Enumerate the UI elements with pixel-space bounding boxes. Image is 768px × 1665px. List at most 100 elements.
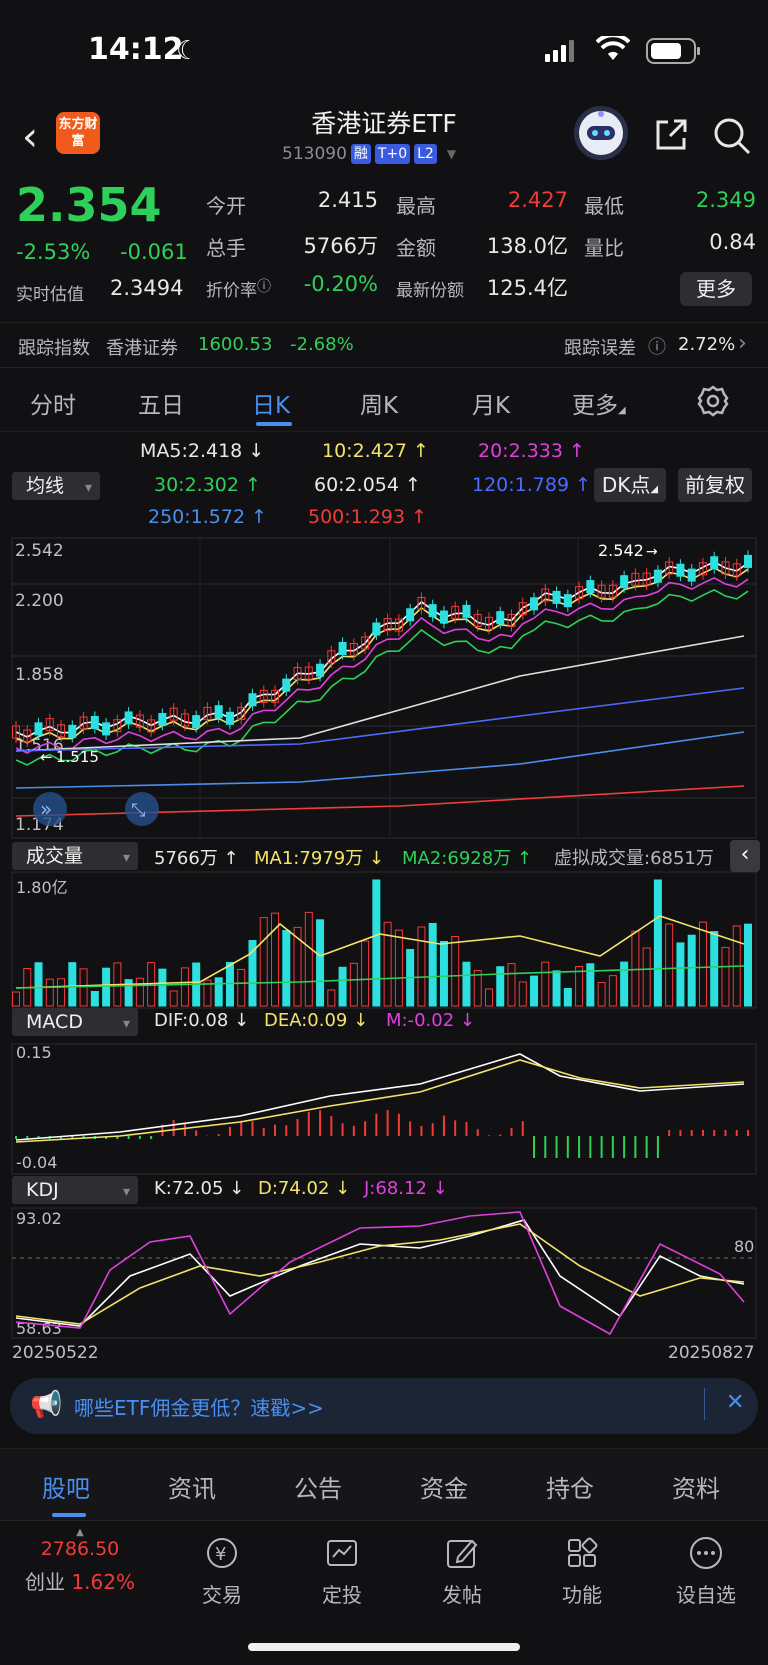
amount-label: 金额 [396, 236, 436, 260]
post-button[interactable]: 发帖 [422, 1531, 502, 1608]
active-bottom-tab-indicator [52, 1513, 86, 1517]
kdj-y-top: 93.02 [16, 1209, 62, 1228]
svg-text:⤡: ⤡ [131, 800, 145, 821]
assistant-robot-icon[interactable] [574, 106, 628, 160]
settings-gear-icon[interactable] [696, 384, 730, 418]
tab-intraday[interactable]: 分时 [30, 386, 76, 420]
l2-tag: L2 [414, 144, 437, 164]
tab-info[interactable]: 资料 [672, 1469, 720, 1504]
kdj-level-label: 80 [734, 1237, 754, 1256]
volume-panel: 1.80亿 [11, 871, 757, 1009]
add-watchlist-button[interactable]: 设自选 [666, 1531, 746, 1608]
low-marker: 1.515 [56, 748, 99, 766]
expand-icon[interactable]: ⤡ [125, 792, 159, 826]
tab-five-day[interactable]: 五日 [138, 386, 184, 420]
more-button[interactable]: 更多 [680, 272, 752, 306]
index-widget-name: 创业 [25, 1570, 66, 1594]
margin-tag: 融 [350, 144, 371, 164]
info-dots-icon: ⓘ [257, 279, 271, 295]
volume-bar [541, 961, 550, 1007]
search-icon[interactable] [712, 116, 752, 156]
index-widget[interactable]: ▲ 2786.50 创业 1.62% [0, 1527, 160, 1595]
volume-ma2: MA2:6928万 ↑ [402, 848, 532, 869]
tracking-row[interactable]: 跟踪指数 香港证券 1600.53 -2.68% 跟踪误差 ⓘ 2.72% › [0, 322, 768, 368]
tab-news[interactable]: 资讯 [168, 1469, 216, 1504]
volume-bar [608, 975, 617, 1007]
volume-bar [259, 917, 268, 1007]
kline-y-label-3: 1.858 [15, 665, 64, 685]
adjust-button[interactable]: 前复权 [678, 468, 752, 502]
macd-selector[interactable]: MACD [12, 1008, 138, 1038]
open-value: 2.415 [317, 188, 378, 212]
volume-bar [710, 931, 719, 1007]
volume-bar [316, 919, 325, 1007]
volume-selector[interactable]: 成交量 [12, 842, 138, 872]
kdj-selector[interactable]: KDJ [12, 1176, 138, 1206]
trade-button[interactable]: ¥ 交易 [182, 1531, 262, 1608]
chart-area[interactable]: 2.542 2.200 1.858 1.516 1.174 2.542 → ← … [0, 536, 768, 1366]
quote-panel: 2.354 -2.53% -0.061 实时估值 2.3494 今开 2.415… [0, 176, 768, 316]
volume-bar [282, 930, 291, 1007]
volume-bar [45, 978, 54, 1007]
volume-bar [327, 989, 336, 1007]
volume-bar [687, 934, 696, 1007]
chevron-right-icon: › [738, 331, 747, 356]
date-end: 20250827 [668, 1343, 755, 1363]
ma-selector[interactable]: 均线 [12, 472, 100, 502]
candle-body [338, 642, 347, 656]
tab-more[interactable]: 更多◢ [572, 386, 626, 420]
volume-ma1: MA1:7979万 ↓ [254, 848, 384, 869]
amount-value: 138.0亿 [486, 234, 568, 258]
dk-point-button[interactable]: DK点◢ [594, 468, 666, 502]
candle-body [552, 590, 561, 604]
promo-banner[interactable]: 📢 哪些ETF佣金更低？速戳>> ✕ [10, 1378, 758, 1434]
tracking-error-value: 2.72% [678, 334, 736, 355]
volume-bar [462, 961, 471, 1007]
tab-holdings[interactable]: 持仓 [546, 1469, 594, 1504]
share-icon[interactable] [652, 116, 690, 154]
d-line [15, 1223, 745, 1325]
volume-bar [102, 967, 111, 1007]
macd-y-top: 0.15 [16, 1043, 52, 1062]
tab-forum[interactable]: 股吧 [42, 1469, 90, 1504]
ma20-line [15, 577, 749, 754]
auto-invest-button[interactable]: 定投 [302, 1531, 382, 1608]
ma5-value: MA5:2.418 ↓ [140, 440, 265, 462]
caret-down-icon[interactable]: ▼ [447, 147, 456, 161]
tab-weekly-k[interactable]: 周K [360, 386, 398, 420]
functions-button[interactable]: 功能 [542, 1531, 622, 1608]
volume-bar [698, 921, 707, 1007]
volume-bar [248, 939, 257, 1007]
close-icon[interactable]: ✕ [726, 1390, 744, 1415]
tab-announcements[interactable]: 公告 [294, 1469, 342, 1504]
volume-bar [169, 990, 178, 1007]
dif-line [15, 1053, 745, 1141]
ma250-line [15, 731, 745, 789]
candle-body [439, 610, 448, 624]
tab-funds[interactable]: 资金 [420, 1469, 468, 1504]
kdj-d: D:74.02 ↓ [258, 1178, 351, 1199]
volume-bar [586, 963, 595, 1007]
volume-bar [676, 942, 685, 1007]
tracking-index-value: 1600.53 [198, 334, 273, 355]
volume-bar [620, 961, 629, 1007]
kdj-j: J:68.12 ↓ [364, 1178, 448, 1199]
volume-bar [507, 963, 516, 1007]
collapse-left-icon[interactable]: ‹ [730, 840, 760, 872]
candle-body [710, 556, 719, 570]
fast-forward-icon[interactable]: » [33, 792, 67, 826]
low-label: 最低 [584, 194, 624, 218]
ma20-value: 20:2.333 ↑ [478, 440, 585, 462]
index-widget-value: 2786.50 [40, 1538, 120, 1560]
help-icon[interactable]: ⓘ [648, 333, 666, 359]
security-code: 513090 [282, 144, 347, 164]
tab-daily-k[interactable]: 日K [252, 386, 290, 420]
volume-bar [439, 941, 448, 1007]
tab-monthly-k[interactable]: 月K [472, 386, 510, 420]
candle-body [406, 608, 415, 622]
security-code-line[interactable]: 513090 融 T+0 L2 ▼ [282, 144, 456, 164]
candle-body [462, 604, 471, 618]
date-start: 20250522 [12, 1343, 99, 1363]
edit-icon [447, 1539, 478, 1568]
chart-board-icon [327, 1540, 357, 1566]
